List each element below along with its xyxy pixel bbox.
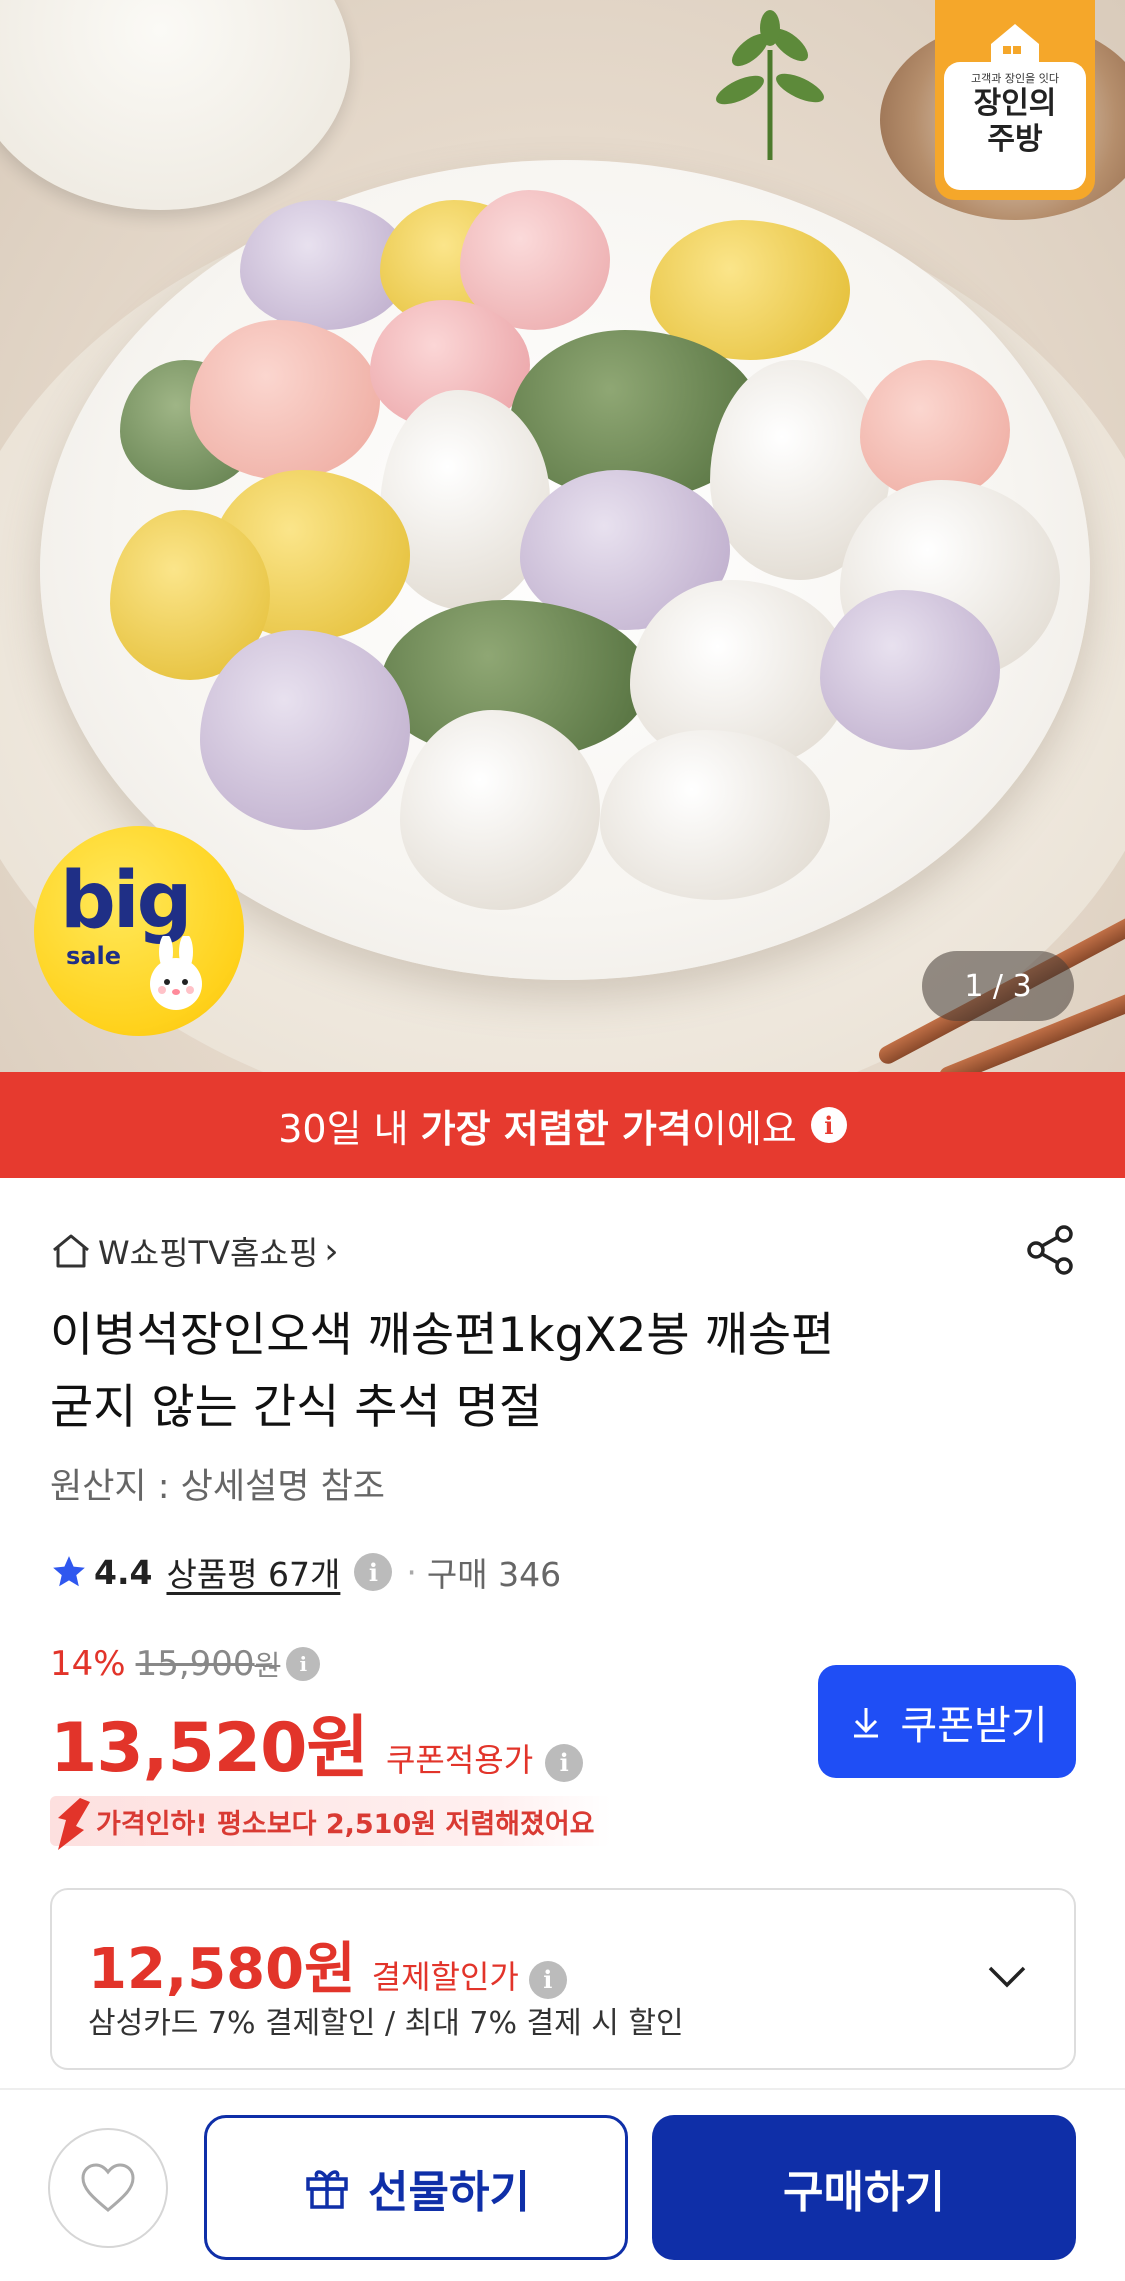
info-icon[interactable]: i	[810, 1107, 847, 1143]
info-icon[interactable]: i	[354, 1553, 393, 1591]
payment-price-row: 12,580원 결제할인가 i	[88, 1924, 567, 2005]
coupon-price: 13,520원	[50, 1709, 369, 1788]
banner-emphasis: 가장 저렴한 가격	[420, 1106, 692, 1151]
herb-garnish	[716, 10, 824, 160]
payment-price: 12,580원	[88, 1937, 356, 2002]
seller-link[interactable]: W쇼핑TV홈쇼핑 ›	[50, 1228, 339, 1274]
big-sale-big-text: big	[60, 856, 192, 946]
big-sale-sale-text: sale	[66, 942, 121, 970]
rice-cake	[820, 590, 1000, 750]
payment-discount-box[interactable]: 12,580원 결제할인가 i 삼성카드 7% 결제할인 / 최대 7% 결제 …	[50, 1888, 1076, 2070]
rice-cake	[190, 320, 380, 480]
discount-rate: 14%	[50, 1644, 126, 1684]
side-bowl	[0, 0, 350, 210]
star-icon	[53, 1556, 85, 1587]
gift-icon	[306, 2169, 348, 2209]
chevron-right-icon: ›	[324, 1230, 339, 1272]
brand-label: 고객과 장인을 잇다 장인의 주방	[944, 62, 1086, 190]
rating-score: 4.4	[94, 1552, 153, 1592]
price-drop-text: 가격인하! 평소보다 2,510원 저렴해졌어요	[96, 1808, 595, 1840]
banner-prefix: 30일 내	[278, 1106, 421, 1151]
discount-row: 14% 15,900 원 i	[50, 1644, 321, 1684]
info-icon[interactable]: i	[545, 1743, 584, 1782]
payment-description: 삼성카드 7% 결제할인 / 최대 7% 결제 시 할인	[88, 2006, 684, 2041]
wishlist-button[interactable]	[48, 2128, 168, 2248]
heart-icon	[81, 2163, 135, 2212]
brand-name: 장인의 주방	[973, 86, 1057, 157]
price-drop-chip: 가격인하! 평소보다 2,510원 저렴해졌어요	[50, 1796, 611, 1850]
rice-cake	[860, 360, 1010, 500]
price-row: 13,520원 쿠폰적용가 i	[50, 1692, 584, 1791]
product-image-carousel[interactable]: 고객과 장인을 잇다 장인의 주방 big sale 1 / 3	[0, 0, 1125, 1072]
info-icon[interactable]: i	[286, 1647, 321, 1681]
original-price-unit: 원	[254, 1649, 281, 1682]
gift-button[interactable]: 선물하기	[204, 2115, 628, 2260]
image-pager: 1 / 3	[922, 951, 1074, 1021]
review-count-link[interactable]: 상품평 67개	[166, 1548, 340, 1596]
download-icon	[854, 1707, 879, 1737]
banner-suffix: 이에요	[691, 1106, 797, 1151]
purchase-count: 구매 346	[426, 1555, 562, 1594]
rice-cake	[400, 710, 600, 910]
get-coupon-label: 쿠폰받기	[900, 1703, 1048, 1748]
payment-price-label: 결제할인가	[371, 1958, 519, 1996]
bottom-action-bar: 선물하기 구매하기	[0, 2088, 1125, 2281]
rice-cake	[200, 630, 410, 830]
buy-button[interactable]: 구매하기	[652, 2115, 1076, 2260]
product-title-line2: 굳지 않는 간식 추석 명절	[50, 1380, 543, 1435]
product-title: 이병석장인오색 깨송편1kgX2봉 깨송편 굳지 않는 간식 추석 명절	[50, 1300, 1050, 1444]
seller-name: W쇼핑TV홈쇼핑	[98, 1234, 319, 1272]
origin-info: 원산지 : 상세설명 참조	[50, 1467, 385, 1507]
get-coupon-button[interactable]: 쿠폰받기	[818, 1665, 1076, 1778]
rating-row: 4.4 상품평 67개 i · 구매 346	[50, 1548, 561, 1596]
gift-button-label: 선물하기	[368, 2167, 530, 2217]
house-icon	[991, 24, 1039, 64]
coupon-price-label: 쿠폰적용가	[385, 1741, 534, 1779]
chevron-down-icon[interactable]	[982, 1952, 1032, 2002]
info-icon[interactable]: i	[528, 1960, 567, 1999]
big-sale-badge: big sale	[34, 826, 244, 1036]
home-icon	[53, 1234, 89, 1268]
bunny-icon	[150, 936, 202, 1010]
brand-logo-badge: 고객과 장인을 잇다 장인의 주방	[935, 0, 1095, 200]
brand-tagline: 고객과 장인을 잇다	[971, 72, 1059, 85]
lowest-price-banner[interactable]: 30일 내 가장 저렴한 가격 이에요 i	[0, 1072, 1125, 1178]
down-arrow-icon	[58, 1798, 90, 1850]
rice-cake	[600, 730, 830, 900]
share-icon[interactable]	[1022, 1222, 1078, 1278]
buy-button-label: 구매하기	[783, 2167, 945, 2217]
separator-dot: ·	[406, 1552, 417, 1592]
original-price: 15,900	[135, 1644, 255, 1684]
product-title-line1: 이병석장인오색 깨송편1kgX2봉 깨송편	[50, 1308, 835, 1363]
